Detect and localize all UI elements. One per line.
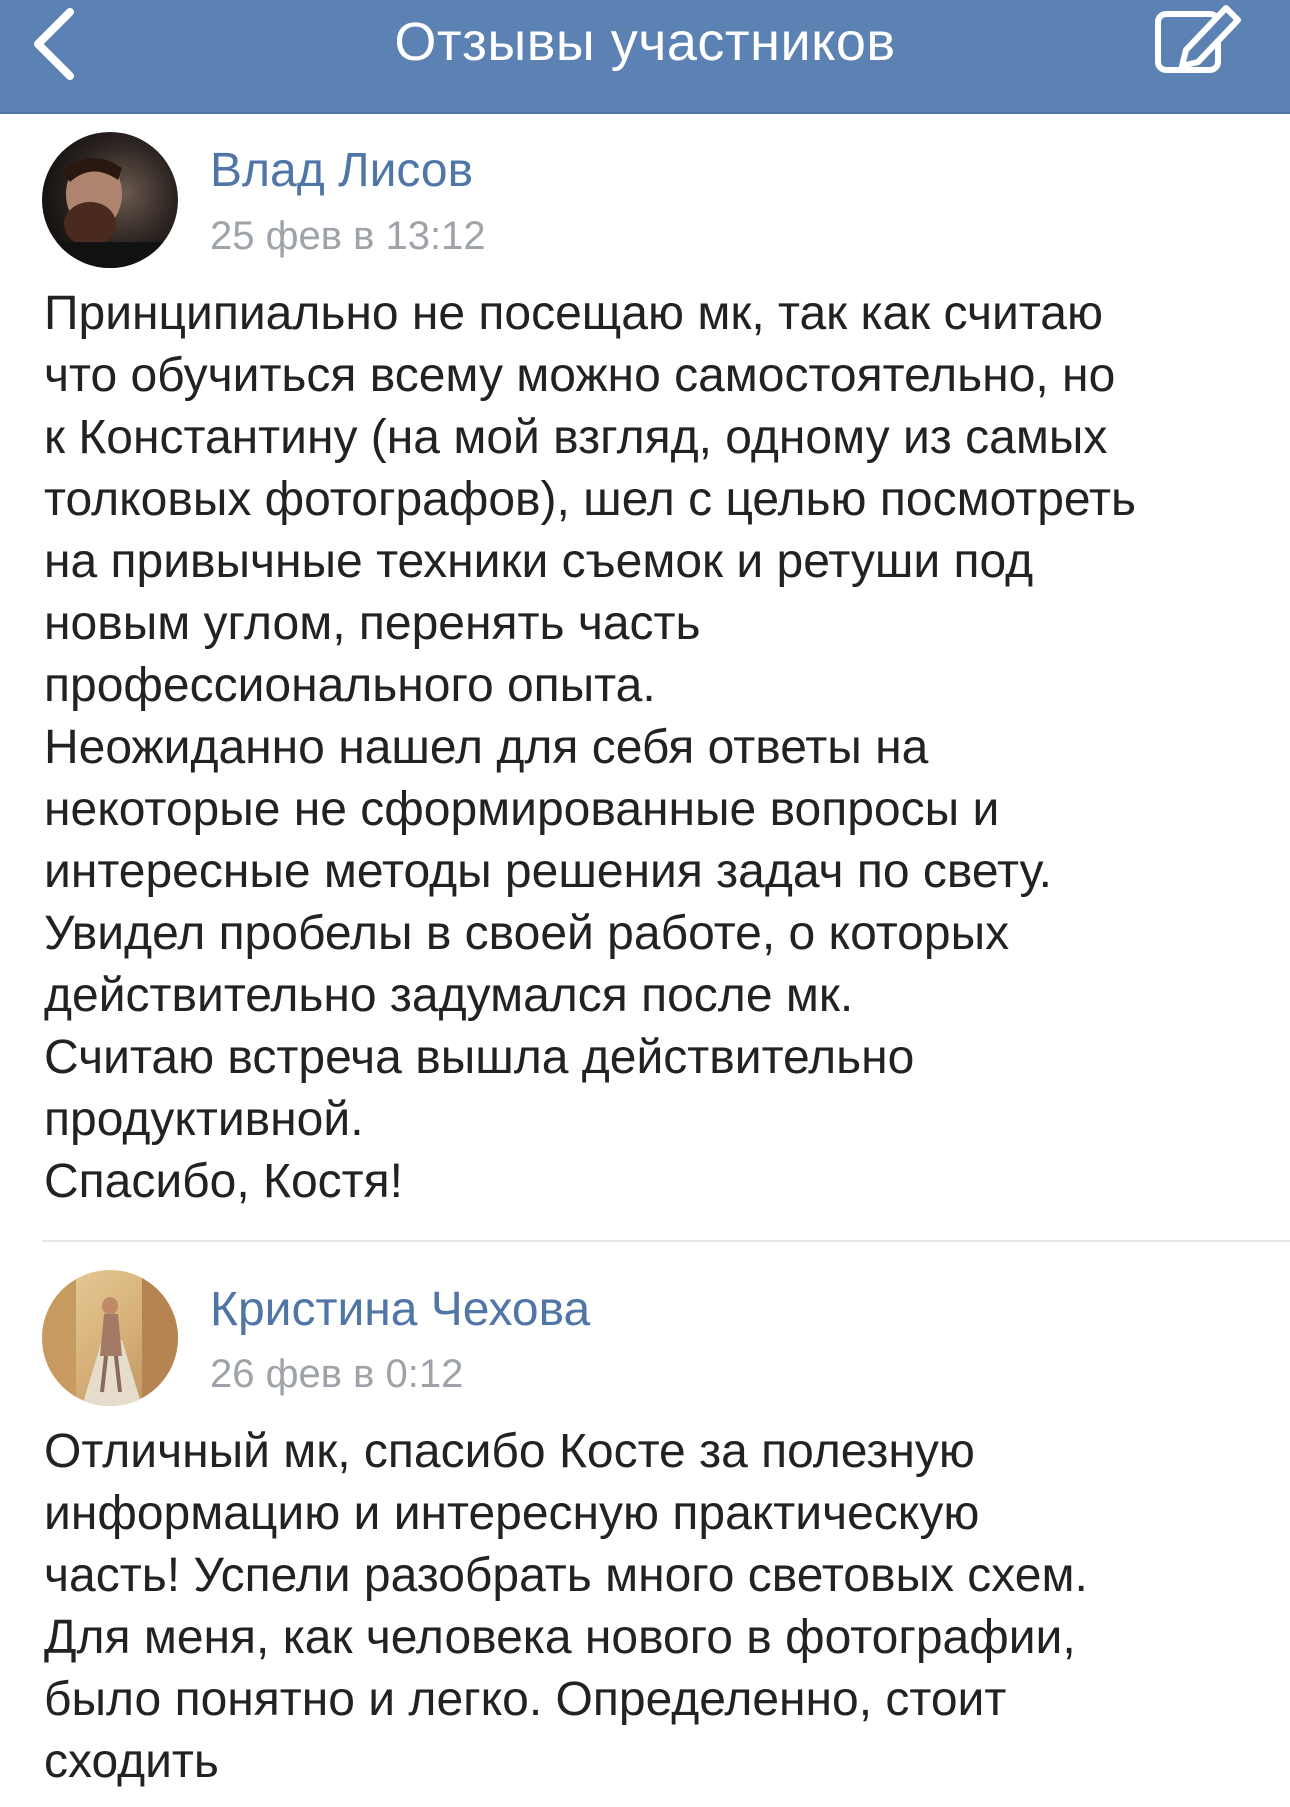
text-line: интересные методы решения задач по свету… bbox=[44, 845, 1052, 898]
text-line: действительно задумался после мк. bbox=[44, 969, 854, 1022]
text-line: на привычные техники съемок и ретуши под bbox=[44, 535, 1034, 588]
text-line: некоторые не сформированные вопросы и bbox=[44, 783, 1000, 836]
text-line: сходить bbox=[44, 1735, 219, 1788]
text-line: новым углом, перенять часть bbox=[44, 597, 701, 650]
text-line: толковых фотографов), шел с целью посмот… bbox=[44, 473, 1136, 526]
text-line: информацию и интересную практическую bbox=[44, 1487, 980, 1540]
review-text: Принципиально не посещаю мк, так как счи… bbox=[44, 283, 1264, 1213]
text-line: Увидел пробелы в своей работе, о которых bbox=[44, 907, 1010, 960]
text-line: Спасибо, Костя! bbox=[44, 1155, 403, 1208]
text-line: продуктивной. bbox=[44, 1093, 364, 1146]
author-name[interactable]: Кристина Чехова bbox=[210, 1282, 590, 1338]
edit-icon bbox=[1155, 5, 1241, 73]
compose-button[interactable] bbox=[1148, 0, 1248, 100]
avatar[interactable] bbox=[42, 1270, 178, 1406]
text-line: Принципиально не посещаю мк, так как счи… bbox=[44, 287, 1103, 340]
text-line: Считаю встреча вышла действительно bbox=[44, 1031, 915, 1084]
page-title: Отзывы участников bbox=[394, 12, 896, 72]
avatar[interactable] bbox=[42, 132, 178, 268]
author-name[interactable]: Влад Лисов bbox=[210, 143, 473, 199]
review-text: Отличный мк, спасибо Косте за полезную и… bbox=[44, 1421, 1264, 1793]
text-line: часть! Успели разобрать много световых с… bbox=[44, 1549, 1088, 1602]
text-line: Неожиданно нашел для себя ответы на bbox=[44, 721, 929, 774]
text-line: к Константину (на мой взгляд, одному из … bbox=[44, 411, 1108, 464]
text-line: что обучиться всему можно самостоятельно… bbox=[44, 349, 1116, 402]
text-line: Для меня, как человека нового в фотограф… bbox=[44, 1611, 1076, 1664]
post-date: 26 фев в 0:12 bbox=[210, 1352, 464, 1396]
nav-header: Отзывы участников bbox=[0, 0, 1290, 114]
post-date: 25 фев в 13:12 bbox=[210, 214, 486, 258]
divider bbox=[42, 1240, 1290, 1242]
text-line: было понятно и легко. Определенно, стоит bbox=[44, 1673, 1007, 1726]
text-line: Отличный мк, спасибо Косте за полезную bbox=[44, 1425, 975, 1478]
text-line: профессионального опыта. bbox=[44, 659, 656, 712]
